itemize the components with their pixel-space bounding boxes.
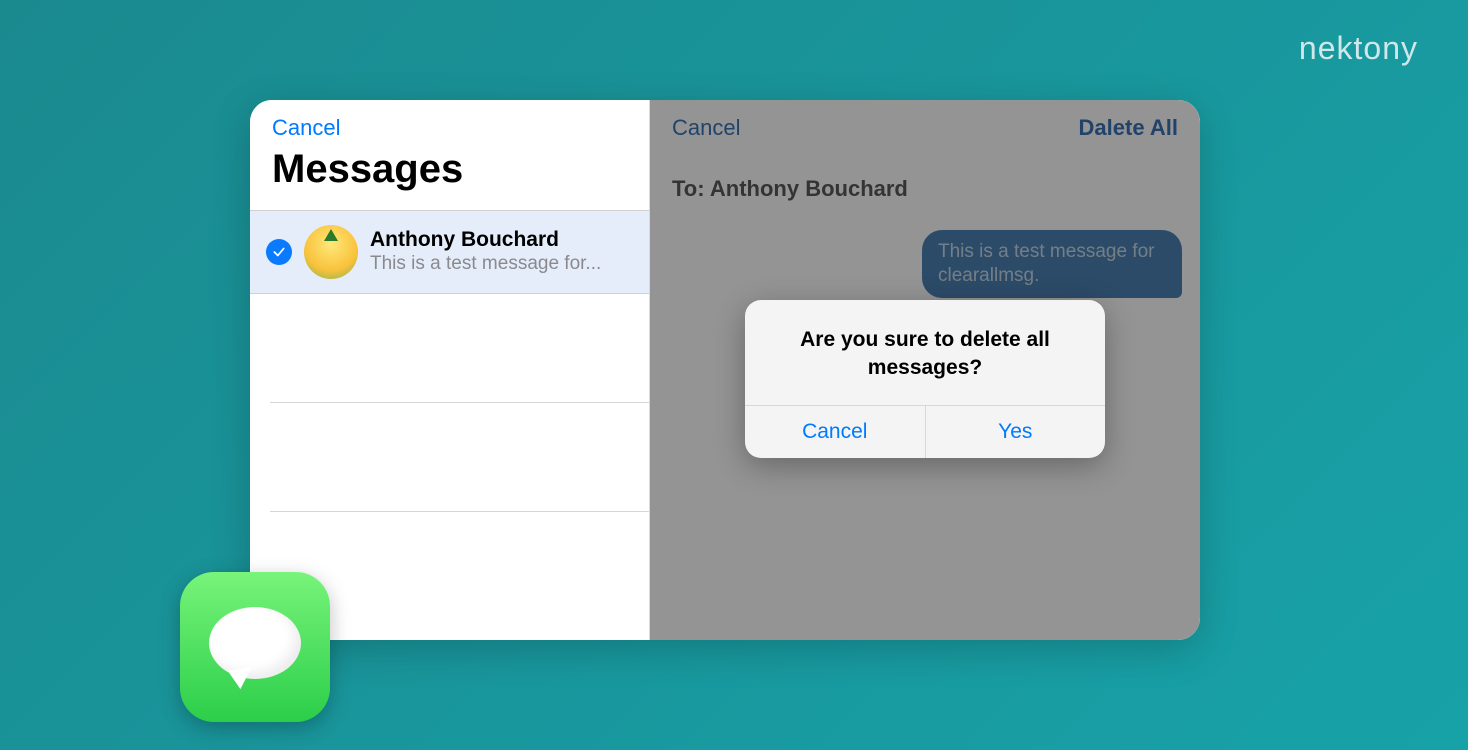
chat-pane: Cancel Dalete All To: Anthony Bouchard T… xyxy=(650,100,1200,640)
left-header: Cancel Messages xyxy=(250,100,649,210)
row-separator xyxy=(270,511,649,512)
row-separator xyxy=(270,402,649,403)
brand-logo-text: nektony xyxy=(1299,30,1418,67)
confirm-dialog: Are you sure to delete all messages? Can… xyxy=(745,300,1105,458)
cancel-button[interactable]: Cancel xyxy=(272,115,627,141)
messages-window: Cancel Messages Anthony Bouchard This is… xyxy=(250,100,1200,640)
dialog-message: Are you sure to delete all messages? xyxy=(745,300,1105,405)
messages-app-icon xyxy=(180,572,330,722)
message-preview: This is a test message for... xyxy=(370,252,633,276)
messages-title: Messages xyxy=(272,147,627,192)
selected-check-icon[interactable] xyxy=(266,239,292,265)
contact-name: Anthony Bouchard xyxy=(370,228,633,252)
speech-bubble-icon xyxy=(209,607,301,687)
conversation-text: Anthony Bouchard This is a test message … xyxy=(370,228,633,276)
dialog-buttons: Cancel Yes xyxy=(745,405,1105,458)
contact-avatar xyxy=(304,225,358,279)
conversations-pane: Cancel Messages Anthony Bouchard This is… xyxy=(250,100,650,640)
dialog-yes-button[interactable]: Yes xyxy=(925,406,1106,458)
conversation-row[interactable]: Anthony Bouchard This is a test message … xyxy=(250,210,649,294)
dialog-cancel-button[interactable]: Cancel xyxy=(745,406,925,458)
